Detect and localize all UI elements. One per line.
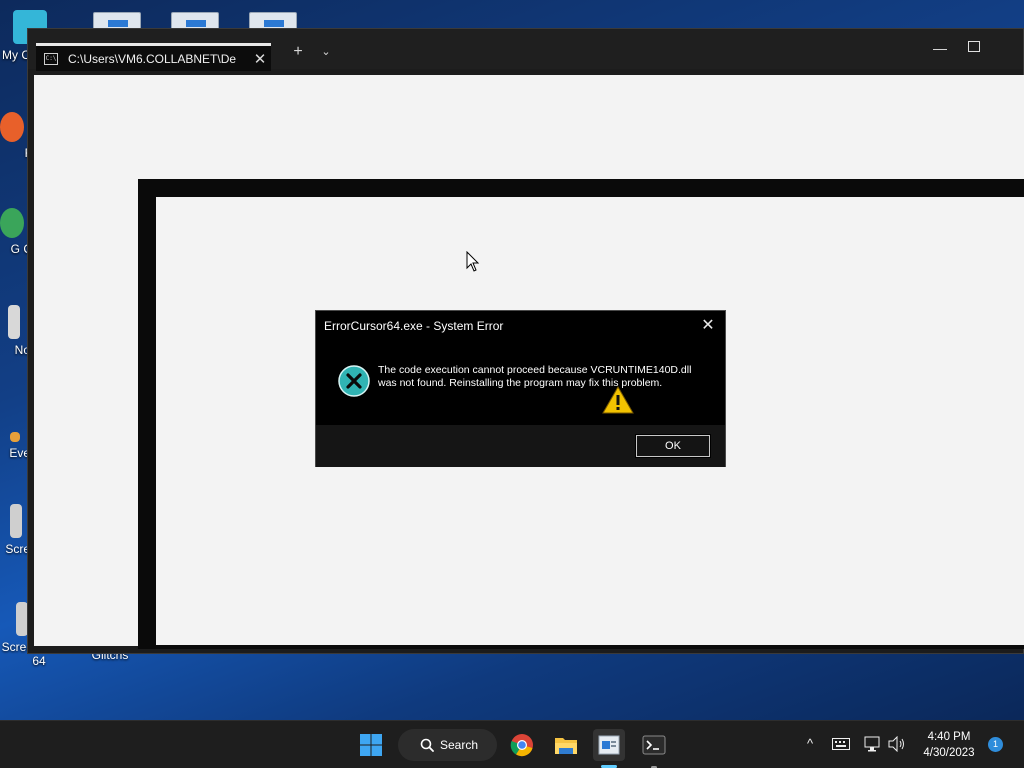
new-tab-button[interactable]: + (286, 41, 310, 63)
dialog-title: ErrorCursor64.exe - System Error (324, 319, 504, 333)
screen-app-icon (10, 504, 22, 538)
clock-date: 4/30/2023 (923, 747, 975, 759)
tab-dropdown-button[interactable]: ⌄ (314, 41, 338, 63)
desktop-icon-label: Scre (5, 542, 30, 556)
mouse-cursor-icon (466, 251, 480, 272)
start-button[interactable] (355, 729, 387, 761)
clock-time: 4:40 PM (927, 731, 971, 743)
dialog-message: The code execution cannot proceed becaus… (378, 364, 692, 389)
desktop-icon-event-viewer[interactable]: Eve (0, 432, 30, 460)
clock[interactable]: 4:40 PM 4/30/2023 (918, 729, 980, 761)
error-x-icon (338, 365, 370, 397)
ok-button[interactable]: OK (635, 434, 711, 458)
taskbar-search-button[interactable]: Search (398, 729, 497, 761)
terminal-icon (642, 735, 666, 755)
taskbar-file-explorer-button[interactable] (550, 729, 582, 761)
warning-triangle-icon (602, 386, 634, 414)
firefox-icon (0, 112, 24, 142)
network-icon[interactable] (862, 734, 882, 754)
desktop-icon-screen-app[interactable]: Scre (0, 504, 30, 556)
desktop-icon-label: No (14, 343, 30, 357)
windows-logo-icon (360, 734, 382, 756)
dialog-footer: OK (316, 425, 725, 467)
event-viewer-icon (10, 432, 20, 442)
terminal-tab[interactable]: C:\ C:\Users\VM6.COLLABNET\De ✕ (36, 43, 271, 71)
desktop-icon-label: Eve (9, 446, 30, 460)
tab-close-button[interactable]: ✕ (249, 50, 271, 68)
chrome-icon (510, 734, 533, 757)
chrome-icon (0, 208, 24, 238)
taskbar-active-app-button[interactable] (593, 729, 625, 761)
taskbar-chrome-button[interactable] (506, 729, 538, 761)
taskbar-terminal-button[interactable] (638, 729, 670, 761)
command-prompt-icon: C:\ (44, 52, 58, 65)
system-error-dialog: ErrorCursor64.exe - System Error ✕ The c… (315, 310, 726, 467)
terminal-titlebar[interactable]: C:\ C:\Users\VM6.COLLABNET\De ✕ + ⌄ — (28, 29, 1023, 71)
notepad-icon (8, 305, 20, 339)
show-hidden-icons-button[interactable]: ^ (800, 734, 820, 754)
notification-badge[interactable]: 1 (988, 737, 1003, 752)
keyboard-icon[interactable] (831, 734, 851, 754)
folder-icon (555, 738, 577, 754)
search-label: Search (440, 738, 479, 752)
volume-icon[interactable] (887, 734, 907, 754)
minimize-button[interactable]: — (920, 37, 960, 59)
tab-title: C:\Users\VM6.COLLABNET\De (68, 51, 237, 66)
app-window-icon (598, 735, 620, 755)
desktop-icon-notepad[interactable]: No (0, 305, 30, 357)
maximize-button[interactable] (968, 41, 980, 52)
dialog-close-button[interactable]: ✕ (697, 315, 719, 337)
search-icon (420, 738, 434, 752)
